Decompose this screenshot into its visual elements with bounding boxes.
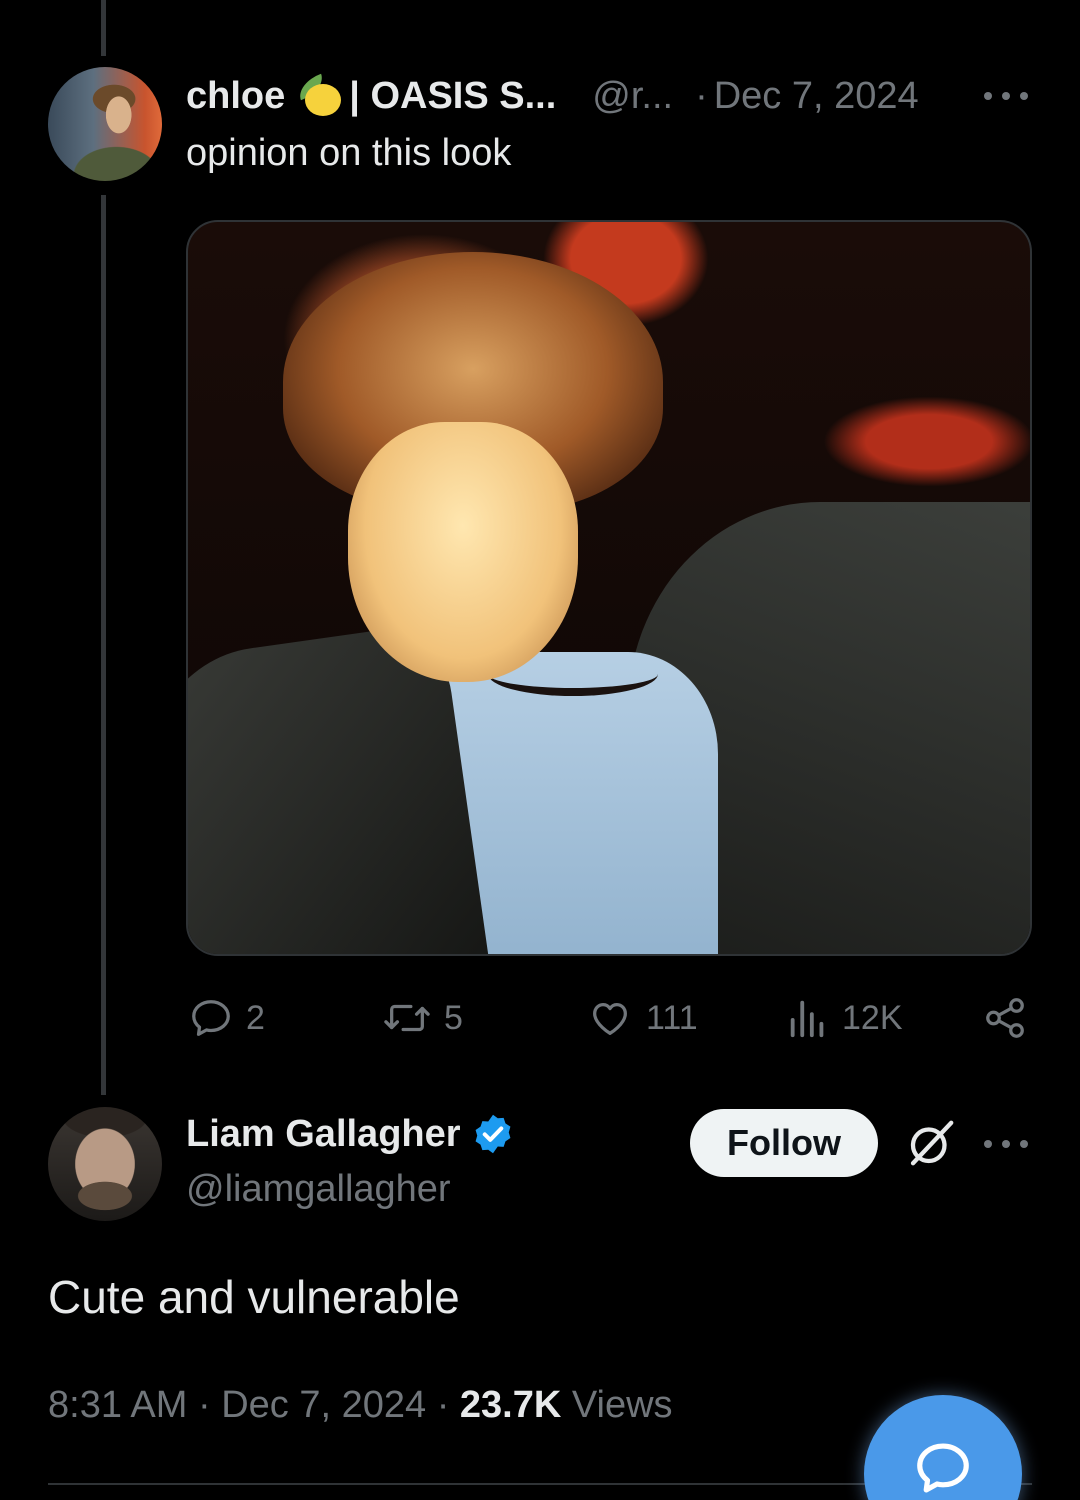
reply-icon [917,1443,969,1493]
views-button[interactable]: 12K [786,990,903,1046]
share-icon [986,998,1024,1038]
more-options-icon[interactable] [984,90,1028,102]
repost-count: 5 [444,998,463,1037]
tweet-text: opinion on this look [186,132,512,174]
avatar[interactable] [48,67,162,181]
separator: · [695,74,708,117]
action-bar: 2 5 111 12K [0,990,1080,1046]
analytics-icon [790,1000,824,1038]
grok-icon[interactable] [904,1116,958,1170]
tweet-header: chloe | OASIS S... @r... · Dec 7, 2024 [186,70,919,122]
reply-fab-button[interactable] [864,1395,1022,1500]
repost-button[interactable]: 5 [382,990,463,1046]
follow-button[interactable]: Follow [690,1109,878,1177]
share-button[interactable] [982,990,1028,1046]
separator: · [436,1384,460,1426]
display-name[interactable]: chloe [186,75,285,118]
separator: · [197,1384,222,1426]
tweet-detail-page: chloe | OASIS S... @r... · Dec 7, 2024 o… [0,0,1080,1500]
display-name-row: Liam Gallagher [186,1112,515,1156]
heart-icon [593,1002,627,1035]
tweet-photo[interactable] [186,220,1032,956]
lemon-icon [295,73,343,118]
tweet-meta: 8:31 AM · Dec 7, 2024 · 23.7K Views [48,1384,673,1427]
views-total: 23.7K [459,1384,562,1426]
reply-text: Cute and vulnerable [48,1271,460,1323]
reply-count: 2 [246,998,265,1037]
like-count: 111 [646,998,698,1037]
tweet-time[interactable]: 8:31 AM [48,1384,187,1426]
user-handle[interactable]: @liamgallagher [186,1168,451,1211]
avatar[interactable] [48,1107,162,1221]
views-count: 12K [842,998,903,1037]
like-button[interactable]: 111 [586,990,698,1046]
more-options-icon[interactable] [984,1138,1028,1150]
thread-line [101,195,106,1095]
tweet-date[interactable]: Dec 7, 2024 [221,1384,426,1426]
reply-button[interactable]: 2 [188,990,265,1046]
repost-icon [384,1004,430,1032]
display-name[interactable]: Liam Gallagher [186,1113,461,1156]
user-handle[interactable]: @r... [592,75,673,118]
reply-icon [192,1000,230,1036]
tweet-date[interactable]: Dec 7, 2024 [714,75,919,118]
display-name-suffix[interactable]: | OASIS S... [349,75,556,118]
thread-line [101,0,106,56]
views-label: Views [571,1384,673,1426]
verified-badge-icon[interactable] [471,1112,515,1156]
